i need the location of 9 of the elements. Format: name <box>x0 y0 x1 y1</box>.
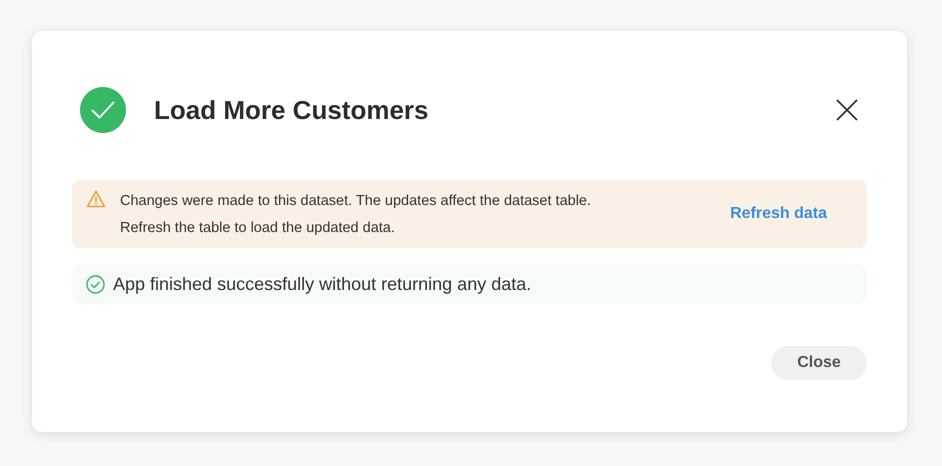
close-icon[interactable] <box>835 98 859 122</box>
check-circle-icon <box>86 274 105 294</box>
message-text: Refresh the table to load the updated data. <box>120 220 396 236</box>
dialog-title: Load More Customers <box>154 94 430 126</box>
message-text: App finished successfully without returning any data. <box>113 274 532 294</box>
warning-icon <box>86 190 106 208</box>
close-button[interactable]: Close <box>771 346 867 380</box>
success-check-icon <box>80 87 126 133</box>
message-text: Changes were made to this dataset. The updates affect the dataset table. <box>120 192 592 208</box>
